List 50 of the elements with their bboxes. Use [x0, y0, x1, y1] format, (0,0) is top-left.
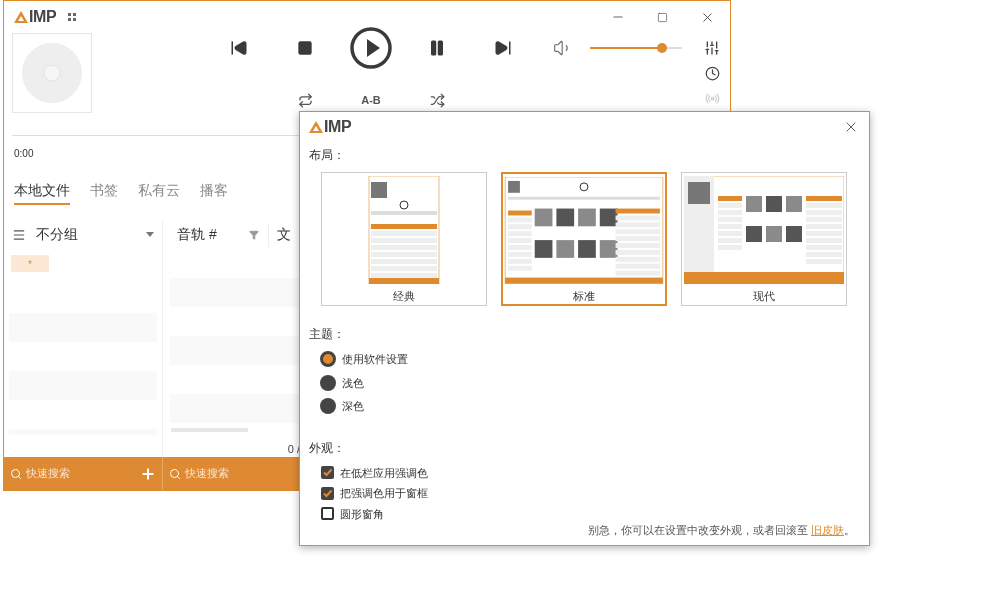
group-selector[interactable]: 不分组	[36, 224, 136, 246]
previous-icon[interactable]	[230, 39, 248, 57]
clock-icon[interactable]	[704, 66, 720, 81]
play-icon[interactable]	[350, 27, 392, 69]
pause-icon[interactable]	[428, 39, 446, 57]
equalizer-icon[interactable]	[704, 40, 720, 56]
theme-label[interactable]: 使用软件设置	[342, 351, 408, 368]
ab-repeat-button[interactable]: A-B	[338, 91, 404, 109]
theme-radio[interactable]	[320, 398, 336, 415]
column-header[interactable]: 文	[277, 224, 291, 246]
menu-icon[interactable]	[12, 227, 26, 242]
option-checkbox[interactable]	[321, 507, 334, 521]
section-label: 外观：	[309, 439, 346, 457]
filter-icon[interactable]	[249, 229, 259, 240]
app-logo: IMP	[29, 9, 57, 25]
layout-option[interactable]: 标准	[501, 172, 667, 306]
app-logo: IMP	[324, 119, 352, 135]
option-label[interactable]: 圆形窗角	[340, 505, 384, 522]
theme-label[interactable]: 浅色	[342, 374, 364, 391]
option-label[interactable]: 在低栏应用强调色	[340, 464, 428, 481]
option-checkbox[interactable]	[321, 466, 334, 480]
disc-icon	[21, 42, 83, 104]
logo-icon	[14, 11, 28, 23]
theme-radio[interactable]	[320, 374, 336, 391]
time-label: 0:00	[14, 148, 34, 159]
footer-note: 别急，你可以在设置中改变外观，或者回滚至 旧皮肤。	[587, 523, 855, 538]
option-checkbox[interactable]	[321, 486, 334, 500]
option-label[interactable]: 把强调色用于窗框	[340, 485, 428, 502]
library-tab[interactable]: 私有云	[138, 178, 180, 205]
radio-icon[interactable]	[704, 91, 720, 106]
repeat-icon[interactable]	[297, 92, 313, 108]
library-tab[interactable]: 本地文件	[14, 178, 70, 205]
search-field[interactable]: 快速搜索	[26, 465, 126, 482]
caret-icon[interactable]	[146, 232, 154, 238]
stop-icon[interactable]	[297, 40, 313, 56]
library-tab[interactable]: 播客	[200, 178, 228, 205]
next-icon[interactable]	[494, 39, 512, 57]
maximize-icon[interactable]	[657, 11, 668, 23]
section-label: 主题：	[309, 326, 346, 343]
grip-icon[interactable]	[68, 13, 77, 21]
add-icon[interactable]	[140, 465, 156, 482]
search-field[interactable]: 快速搜索	[185, 465, 285, 482]
section-label: 布局：	[309, 147, 346, 164]
shuffle-icon[interactable]	[429, 92, 445, 108]
library-tab[interactable]: 书签	[90, 178, 118, 205]
theme-label[interactable]: 深色	[342, 398, 364, 415]
layout-option[interactable]: 经典	[321, 172, 487, 306]
layout-option[interactable]: 现代	[681, 172, 847, 306]
column-header[interactable]: 音轨 #	[177, 224, 249, 246]
theme-radio[interactable]	[320, 351, 336, 368]
